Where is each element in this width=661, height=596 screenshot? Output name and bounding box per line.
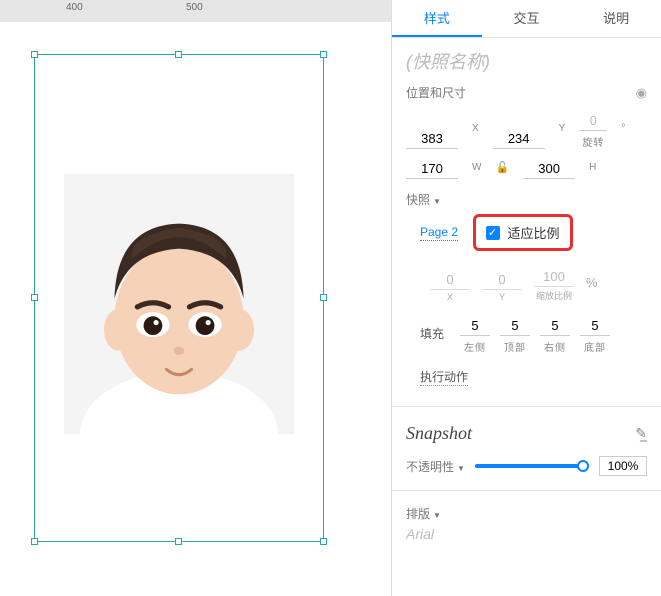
opacity-label: 不透明性▼ [406,458,465,475]
divider [392,490,661,491]
font-family-input[interactable] [406,526,506,542]
y-label: Y [559,123,566,134]
resize-handle-w[interactable] [31,294,38,301]
resize-handle-ne[interactable] [320,51,327,58]
resize-handle-n[interactable] [175,51,182,58]
resize-handle-e[interactable] [320,294,327,301]
pad-bottom-input[interactable] [580,316,610,336]
position-size-label: 位置和尺寸 [406,84,466,101]
offset-y-input[interactable] [482,270,522,290]
avatar-illustration [74,184,284,434]
pad-top-input[interactable] [500,316,530,336]
snapshot-image[interactable] [64,174,294,434]
tab-interactions[interactable]: 交互 [482,0,572,37]
widget-name-display[interactable]: Snapshot [406,423,472,444]
w-label: W [472,162,481,173]
slider-thumb[interactable] [577,460,589,472]
pad-right-input[interactable] [540,316,570,336]
offset-x-input[interactable] [430,270,470,290]
divider [392,406,661,407]
resize-handle-se[interactable] [320,538,327,545]
x-input[interactable] [406,129,458,149]
padding-label: 填充 [420,325,444,342]
fit-ratio-checkbox[interactable]: ✓ [486,226,500,240]
ruler-tick: 500 [186,2,203,13]
pad-left-input[interactable] [460,316,490,336]
resize-handle-sw[interactable] [31,538,38,545]
x-label: X [472,123,479,134]
rename-icon[interactable]: ✎̲ [635,425,647,442]
width-input[interactable] [406,159,458,179]
fit-ratio-highlight: ✓ 适应比例 [473,214,573,251]
fit-ratio-label: 适应比例 [508,223,560,242]
resize-handle-nw[interactable] [31,51,38,58]
y-input[interactable] [493,129,545,149]
canvas-area[interactable]: 400 500 [0,0,391,596]
visibility-icon[interactable]: ◉ [636,85,647,101]
execute-action-link[interactable]: 执行动作 [420,368,468,386]
resize-handle-s[interactable] [175,538,182,545]
tab-notes[interactable]: 说明 [571,0,661,37]
lock-icon[interactable]: 🔓 [495,161,509,174]
widget-name-placeholder[interactable]: (快照名称) [392,38,661,78]
panel-tabs: 样式 交互 说明 [392,0,661,38]
snapshot-page-link[interactable]: Page 2 [420,225,458,241]
opacity-input[interactable] [599,456,647,476]
rotation-label: 旋转 [582,134,604,149]
properties-panel: 样式 交互 说明 (快照名称) 位置和尺寸 ◉ X Y 旋转 ° W 🔓 H [391,0,661,596]
h-label: H [589,162,596,173]
typography-label: 排版▼ [392,497,661,524]
tab-style[interactable]: 样式 [392,0,482,37]
percent-sign: % [586,275,598,290]
ruler-tick: 400 [66,2,83,13]
degree-label: ° [621,123,625,134]
scale-input[interactable] [534,267,574,287]
height-input[interactable] [523,159,575,179]
rotation-input[interactable] [579,111,607,131]
ruler-horizontal: 400 500 [0,0,391,22]
opacity-slider[interactable] [475,464,589,468]
snapshot-section-label: 快照▼ [406,191,441,208]
